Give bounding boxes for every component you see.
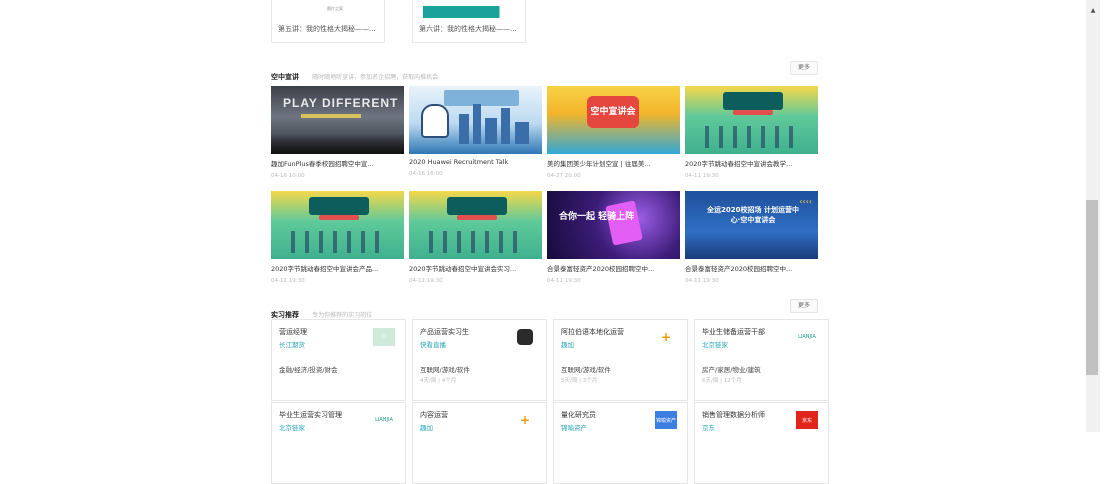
talk-image[interactable]: 空中宣讲会: [547, 86, 680, 154]
talk-image[interactable]: [409, 191, 542, 259]
course-title[interactable]: 第五讲：我的性格大揭秘——...: [278, 24, 376, 34]
job-card[interactable]: 毕业生运营实习管理 北京链家 LIANJIA: [271, 402, 406, 484]
section-subtitle: 随时随地听宣讲，参加名企招聘，获取内推机会: [312, 74, 439, 81]
talk-time: 04-11 19:30: [409, 278, 443, 284]
talk-card[interactable]: 2020字节跳动春招空中宣讲会产品... 04-11 19:30: [271, 191, 404, 284]
job-card[interactable]: 产品运营实习生 快看直播 互联网/游戏/软件 4天/周 | 4个月: [412, 319, 547, 401]
section-subtitle: 专为你推荐的实习岗位: [312, 312, 373, 319]
scrollbar-thumb[interactable]: [1086, 200, 1098, 375]
talk-card[interactable]: 2020 Huawei Recruitment Talk 04-16 16:00: [409, 86, 542, 177]
plus-logo-icon: +: [655, 328, 677, 346]
image-headline: 合你一起 轻骑上阵: [559, 212, 635, 222]
window-gutter: [1100, 0, 1120, 432]
owl-logo-icon: [514, 328, 536, 346]
job-card[interactable]: 销售管理数据分析师 京东 京东: [694, 402, 829, 484]
talk-card[interactable]: 空中宣讲会 美的集团美少年计划空宣 | 往届美... 04-27 20:00: [547, 86, 680, 179]
talk-time: 04-11 19:30: [685, 278, 719, 284]
talk-image[interactable]: PLAY DIFFERENT: [271, 86, 404, 154]
chevrons-icon: ‹‹‹‹: [799, 197, 812, 206]
job-title[interactable]: 产品运营实习生: [420, 327, 469, 337]
job-title[interactable]: 毕业生储备运营干部: [702, 327, 765, 337]
talk-title[interactable]: 2020字节跳动春招空中宣讲会实习...: [409, 263, 542, 273]
talk-title[interactable]: 合景泰富轻资产2020校园招聘空中...: [547, 263, 680, 273]
job-card[interactable]: 量化研究员 锦喻资产 锦喻资产: [553, 402, 688, 484]
talk-image[interactable]: [409, 86, 542, 154]
job-title[interactable]: 内容运营: [420, 410, 448, 420]
job-meta: 6天/周 | 12个月: [702, 378, 742, 384]
talk-time: 04-11 19:30: [271, 278, 305, 284]
company-logo: LIANJIA: [796, 328, 818, 346]
section-title: 空中宣讲: [271, 73, 299, 81]
image-headline: 全运2020校招场 计划运营中心·空中宣讲会: [707, 206, 799, 224]
job-card[interactable]: 营运经理 长江期货 金融/经济/投资/财会 CI: [271, 319, 406, 401]
talk-title[interactable]: 趣加FunPlus春季校园招聘空中宣...: [271, 158, 404, 168]
talk-image[interactable]: [685, 86, 818, 154]
job-industry: 房产/家居/物业/建筑: [702, 366, 761, 374]
job-title[interactable]: 量化研究员: [561, 410, 596, 420]
scroll-up-arrow-icon[interactable]: ▲: [1086, 6, 1100, 16]
talk-title[interactable]: 2020字节跳动春招空中宣讲会产品...: [271, 263, 404, 273]
course-card[interactable]: 图片之家 第五讲：我的性格大揭秘——...: [271, 0, 385, 43]
page: 图片之家 第五讲：我的性格大揭秘——... 第六讲：我的性格大揭秘——... 空…: [0, 0, 1086, 484]
robot-mascot-icon: [421, 104, 449, 138]
job-company[interactable]: 趣加: [561, 339, 574, 349]
talk-card[interactable]: 2020字节跳动春招空中宣讲会实习... 04-11 19:30: [409, 191, 542, 284]
talk-card[interactable]: 合你一起 轻骑上阵 合景泰富轻资产2020校园招聘空中... 04-11 19:…: [547, 191, 680, 284]
talk-title[interactable]: 2020字节跳动春招空中宣讲会教学...: [685, 158, 818, 168]
talk-image[interactable]: ‹‹‹‹ 全运2020校招场 计划运营中心·空中宣讲会: [685, 191, 818, 259]
job-title[interactable]: 毕业生运营实习管理: [279, 410, 342, 420]
course-thumb-tag: 图片之家: [327, 6, 343, 11]
image-headline: PLAY DIFFERENT: [283, 96, 399, 110]
job-industry: 金融/经济/投资/财会: [279, 366, 338, 374]
talk-time: 04-11 19:30: [547, 278, 581, 284]
talk-title[interactable]: 合景泰富轻资产2020校园招聘空中...: [685, 263, 818, 273]
job-title[interactable]: 营运经理: [279, 327, 307, 337]
job-card[interactable]: 内容运营 趣加 +: [412, 402, 547, 484]
plus-logo-icon: +: [514, 411, 536, 429]
job-card[interactable]: 阿拉伯语本地化运营 趣加 互联网/游戏/软件 5天/周 | 3个月 +: [553, 319, 688, 401]
company-logo: LIANJIA: [373, 411, 395, 429]
talk-time: 04-16 10:00: [271, 173, 305, 179]
job-company[interactable]: 京东: [702, 422, 715, 432]
job-industry: 互联网/游戏/软件: [561, 366, 611, 374]
intern-more-button[interactable]: 更多: [790, 299, 818, 313]
image-headline: 空中宣讲会: [587, 96, 639, 128]
talk-time: 04-11 19:30: [685, 173, 719, 179]
job-company[interactable]: 北京链家: [279, 422, 305, 432]
talk-title[interactable]: 美的集团美少年计划空宣 | 往届美...: [547, 158, 680, 168]
talk-card[interactable]: 2020字节跳动春招空中宣讲会教学... 04-11 19:30: [685, 86, 818, 179]
talk-title[interactable]: 2020 Huawei Recruitment Talk: [409, 158, 542, 166]
course-thumb: [423, 6, 513, 18]
talks-section-header: 空中宣讲 随时随地听宣讲，参加名企招聘，获取内推机会: [271, 64, 438, 81]
jd-logo-icon: 京东: [796, 411, 818, 429]
job-meta: 5天/周 | 3个月: [561, 378, 598, 384]
job-company[interactable]: 趣加: [420, 422, 433, 432]
job-company[interactable]: 锦喻资产: [561, 422, 587, 432]
job-card[interactable]: 毕业生储备运营干部 北京链家 房产/家居/物业/建筑 6天/周 | 12个月 L…: [694, 319, 829, 401]
talk-card[interactable]: PLAY DIFFERENT 趣加FunPlus春季校园招聘空中宣... 04-…: [271, 86, 404, 179]
company-logo: CI: [373, 328, 395, 346]
job-title[interactable]: 阿拉伯语本地化运营: [561, 327, 624, 337]
job-title[interactable]: 销售管理数据分析师: [702, 410, 765, 420]
talk-image[interactable]: [271, 191, 404, 259]
talk-image[interactable]: 合你一起 轻骑上阵: [547, 191, 680, 259]
course-card[interactable]: 第六讲：我的性格大揭秘——...: [412, 0, 526, 43]
talk-time: 04-27 20:00: [547, 173, 581, 179]
job-industry: 互联网/游戏/软件: [420, 366, 470, 374]
job-company[interactable]: 快看直播: [420, 339, 446, 349]
talk-card[interactable]: ‹‹‹‹ 全运2020校招场 计划运营中心·空中宣讲会 合景泰富轻资产2020校…: [685, 191, 818, 284]
talks-more-button[interactable]: 更多: [790, 61, 818, 75]
course-title[interactable]: 第六讲：我的性格大揭秘——...: [419, 24, 517, 34]
intern-section-header: 实习推荐 专为你推荐的实习岗位: [271, 302, 372, 319]
talk-time: 04-16 16:00: [409, 171, 443, 177]
job-meta: 4天/周 | 4个月: [420, 378, 457, 384]
job-company[interactable]: 北京链家: [702, 339, 728, 349]
company-logo: 锦喻资产: [655, 411, 677, 429]
job-company[interactable]: 长江期货: [279, 339, 305, 349]
